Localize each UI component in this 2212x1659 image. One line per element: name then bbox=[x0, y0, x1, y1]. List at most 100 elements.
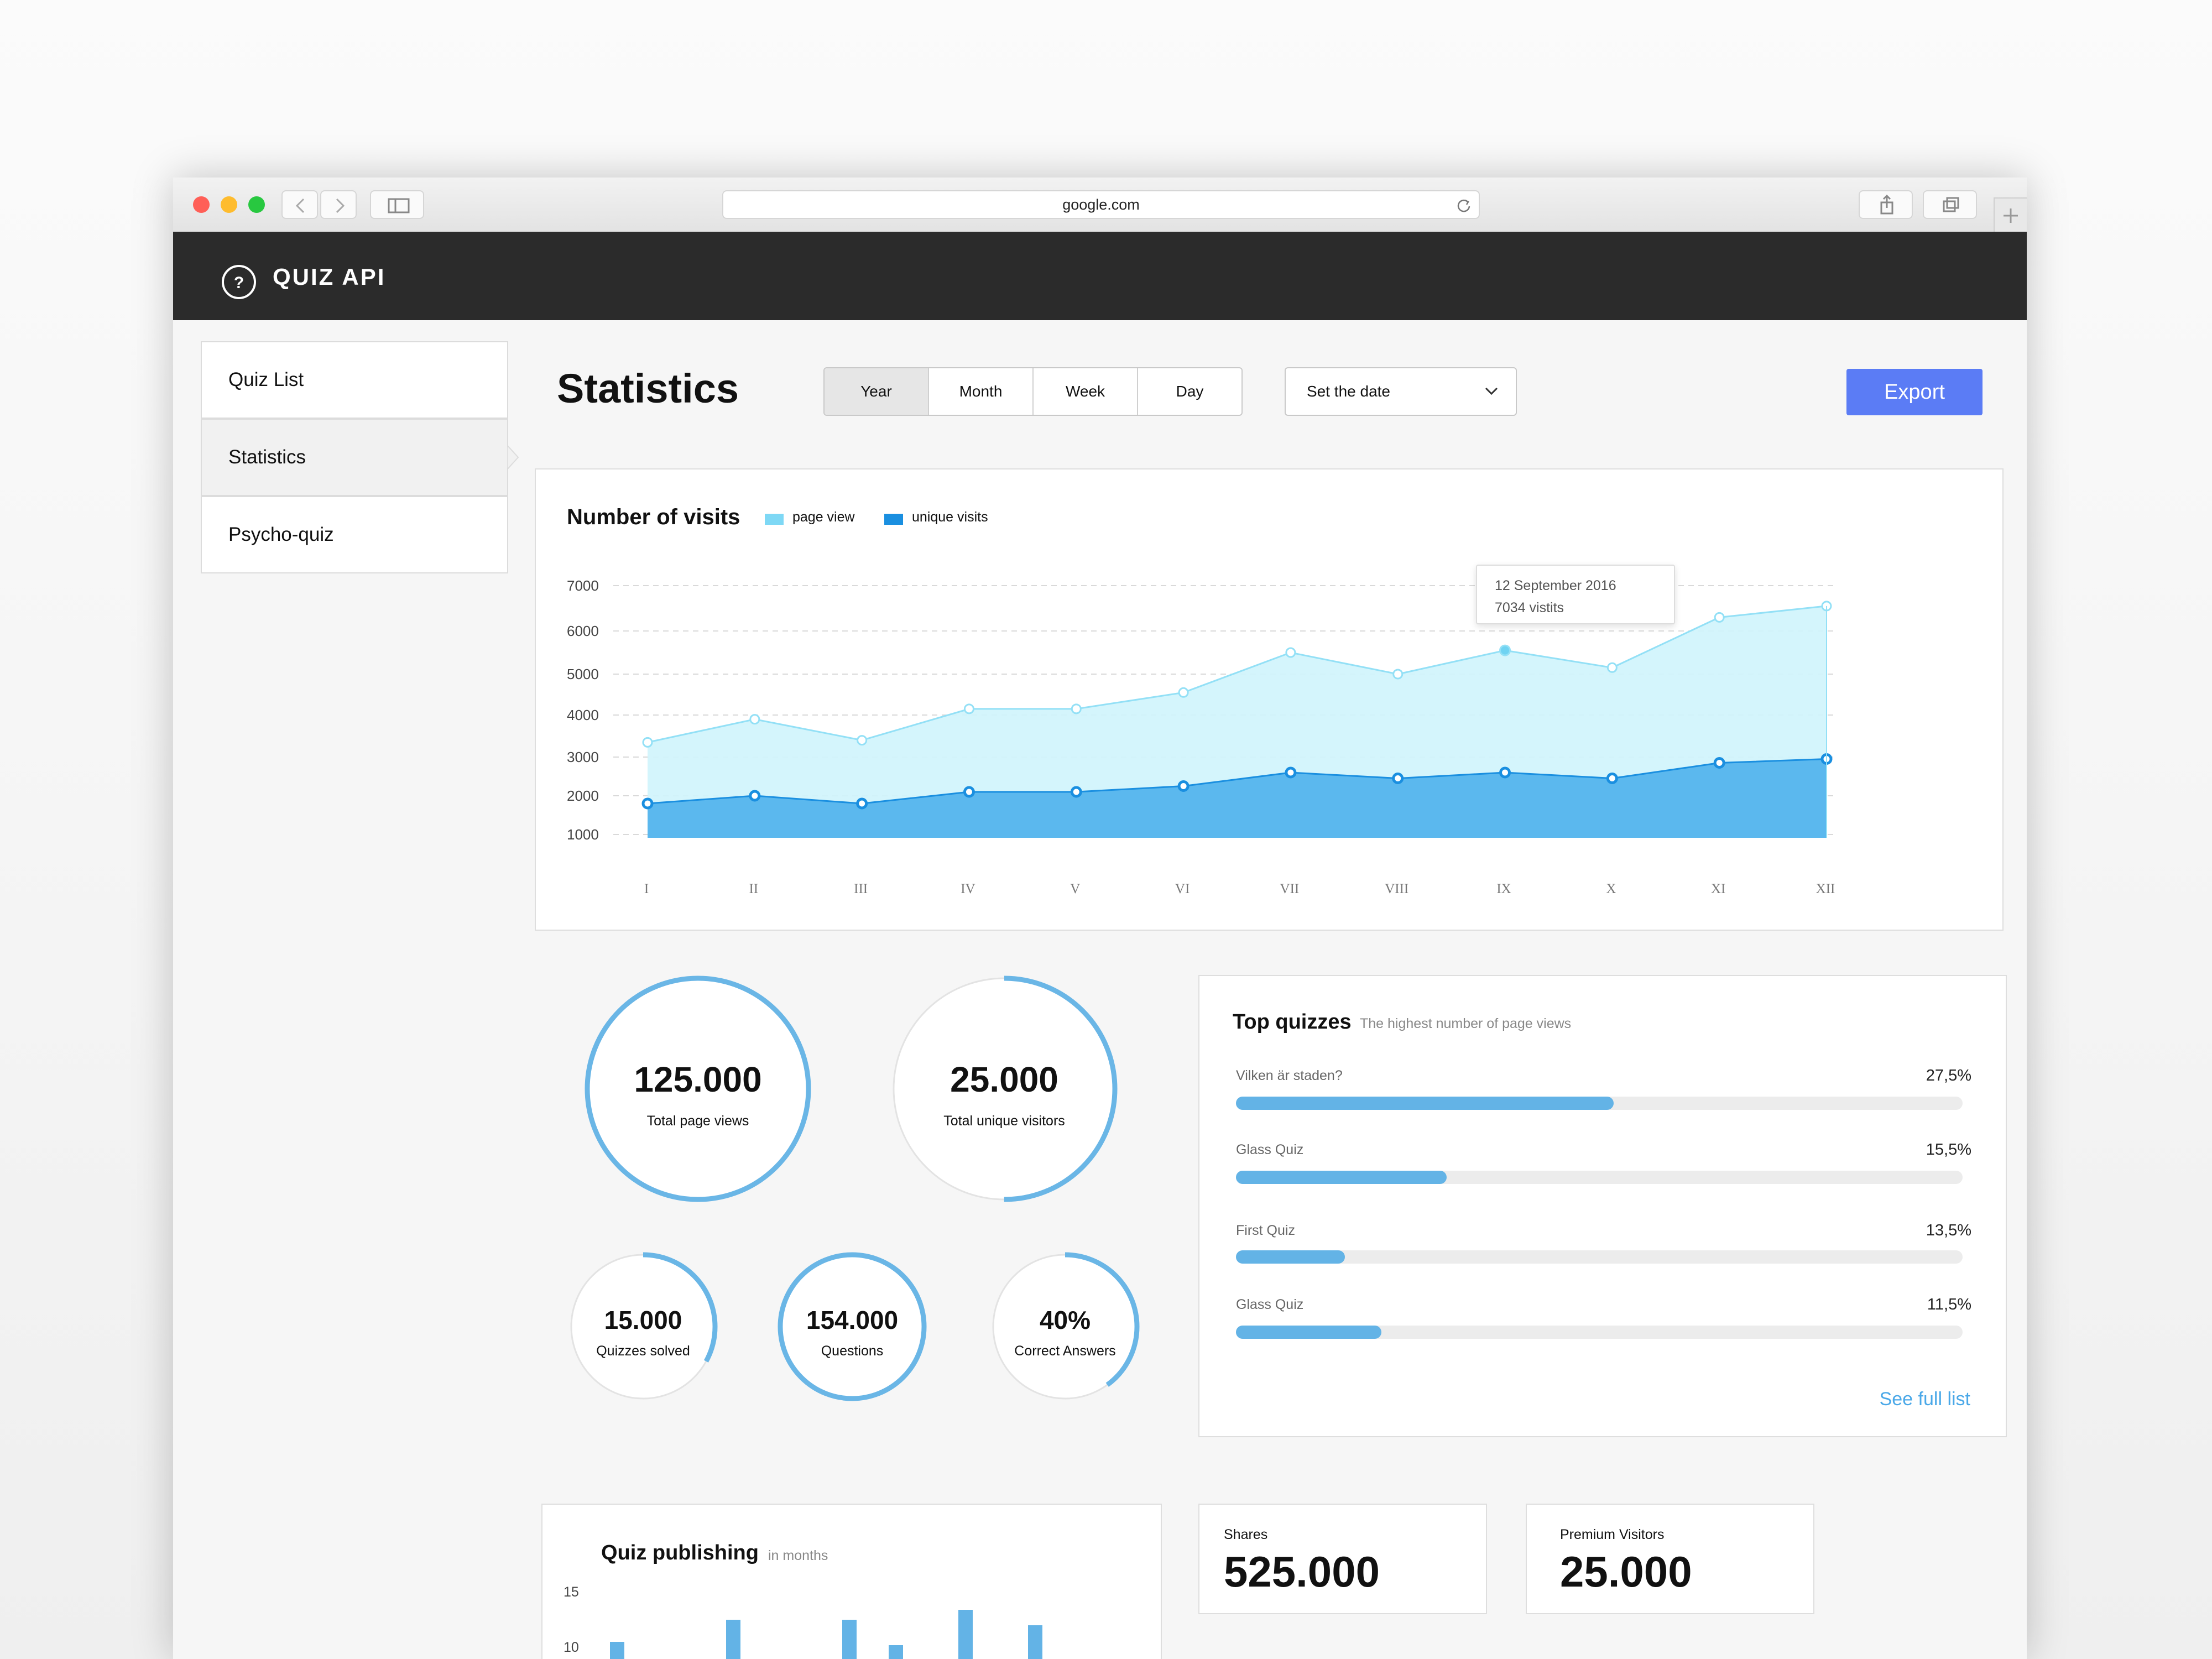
visits-card: Number of visits page view unique visits… bbox=[535, 468, 2004, 931]
data-point bbox=[749, 790, 761, 802]
shares-value: 525.000 bbox=[1224, 1547, 1380, 1596]
tabs-button[interactable] bbox=[1923, 190, 1977, 219]
quiz-name: Vilken är staden? bbox=[1236, 1068, 1343, 1083]
browser-toolbar: google.com bbox=[173, 178, 2027, 233]
tooltip-date: 12 September 2016 bbox=[1495, 578, 1616, 593]
y-tick-label: 3000 bbox=[567, 749, 599, 765]
tabs-icon bbox=[1943, 197, 1959, 212]
reload-icon[interactable] bbox=[1455, 197, 1472, 213]
publishing-bar bbox=[958, 1610, 973, 1659]
data-point bbox=[1070, 786, 1082, 798]
data-point bbox=[1499, 644, 1511, 656]
shares-label: Shares bbox=[1224, 1527, 1268, 1542]
forward-button[interactable] bbox=[320, 190, 357, 219]
y-tick-label: 10 bbox=[564, 1640, 579, 1655]
circle-value: 15.000 bbox=[604, 1305, 682, 1334]
date-select[interactable]: Set the date bbox=[1285, 367, 1517, 416]
sidebar-item-label: Quiz List bbox=[228, 369, 304, 390]
share-button[interactable] bbox=[1859, 190, 1913, 219]
data-point bbox=[1392, 669, 1404, 680]
sidebar-item-label: Psycho-quiz bbox=[228, 524, 334, 545]
data-point bbox=[1285, 766, 1297, 779]
back-button[interactable] bbox=[281, 190, 318, 219]
x-tick-label: III bbox=[854, 881, 868, 896]
y-tick-label: 4000 bbox=[567, 707, 599, 723]
close-window-button[interactable] bbox=[193, 196, 210, 213]
tooltip-value: 7034 vistits bbox=[1495, 600, 1564, 615]
svg-text:?: ? bbox=[234, 274, 244, 292]
see-full-list-link[interactable]: See full list bbox=[1880, 1389, 1970, 1410]
circle-label: Total unique visitors bbox=[943, 1113, 1065, 1129]
sidebar-toggle-button[interactable] bbox=[370, 190, 424, 219]
circle-stat: 154.000 Questions bbox=[775, 1249, 930, 1404]
data-point bbox=[749, 714, 760, 725]
publishing-bar bbox=[889, 1645, 903, 1659]
y-tick-label: 1000 bbox=[567, 826, 599, 843]
quiz-bar-track bbox=[1236, 1326, 1963, 1339]
quiz-bar-track bbox=[1236, 1097, 1963, 1110]
browser-window: google.com ? QUIZ API Quiz List Statisti… bbox=[173, 178, 2027, 1659]
x-tick-label: IV bbox=[961, 881, 975, 896]
circle-label: Total page views bbox=[646, 1113, 749, 1129]
quiz-bar-fill bbox=[1236, 1171, 1447, 1184]
quiz-publishing-card: Quiz publishing in months 15 10 bbox=[541, 1504, 1162, 1659]
period-day-button[interactable]: Day bbox=[1138, 368, 1241, 415]
address-bar[interactable]: google.com bbox=[722, 190, 1480, 219]
x-tick-label: I bbox=[644, 881, 649, 896]
publishing-bar bbox=[610, 1642, 624, 1659]
period-year-button[interactable]: Year bbox=[825, 368, 929, 415]
circle-stat: 25.000 Total unique visitors bbox=[888, 973, 1120, 1205]
new-tab-button[interactable] bbox=[1994, 197, 2027, 233]
sidebar-item-quiz-list[interactable]: Quiz List bbox=[201, 341, 508, 419]
y-tick-label: 6000 bbox=[567, 623, 599, 639]
data-point bbox=[857, 735, 868, 746]
circle-value: 25.000 bbox=[950, 1059, 1058, 1099]
x-tick-label: VI bbox=[1175, 881, 1190, 896]
shares-card: Shares 525.000 bbox=[1198, 1504, 1487, 1614]
quiz-percentage: 15,5% bbox=[1926, 1141, 1971, 1159]
x-tick-label: IX bbox=[1496, 881, 1511, 896]
quiz-bar-fill bbox=[1236, 1326, 1381, 1339]
circle-stat: 40% Correct Answers bbox=[988, 1249, 1142, 1404]
sidebar-icon bbox=[388, 198, 410, 213]
x-tick-label: XI bbox=[1711, 881, 1725, 896]
period-week-button[interactable]: Week bbox=[1034, 368, 1138, 415]
y-tick-label: 2000 bbox=[567, 787, 599, 804]
publishing-bar bbox=[726, 1620, 740, 1659]
y-tick-label: 5000 bbox=[567, 666, 599, 682]
x-tick-label: II bbox=[749, 881, 758, 896]
app-title: QUIZ API bbox=[273, 264, 386, 290]
share-icon bbox=[1880, 194, 1893, 215]
top-quizzes-title: Top quizzes bbox=[1233, 1010, 1352, 1034]
circle-value: 40% bbox=[1039, 1305, 1091, 1334]
circle-label: Questions bbox=[821, 1343, 884, 1359]
sidebar-item-psycho-quiz[interactable]: Psycho-quiz bbox=[201, 496, 508, 573]
page: { "browser": { "url": "google.com", "col… bbox=[0, 0, 2212, 1659]
x-tick-label: XII bbox=[1816, 881, 1835, 896]
data-point bbox=[963, 786, 975, 798]
data-point bbox=[1714, 612, 1725, 623]
data-point bbox=[856, 797, 868, 810]
chevron-right-icon bbox=[336, 198, 345, 213]
quiz-bar-fill bbox=[1236, 1097, 1614, 1110]
data-point bbox=[963, 703, 974, 714]
data-point bbox=[1285, 647, 1296, 658]
question-logo-icon: ? bbox=[222, 265, 256, 299]
period-selector: Year Month Week Day bbox=[823, 367, 1243, 416]
minimize-window-button[interactable] bbox=[221, 196, 237, 213]
data-point bbox=[1499, 766, 1511, 779]
quiz-percentage: 27,5% bbox=[1926, 1067, 1971, 1084]
x-tick-label: V bbox=[1070, 881, 1080, 896]
visits-chart: 1000200030004000500060007000I II III IV V VI V… bbox=[567, 577, 1838, 896]
date-select-value: Set the date bbox=[1307, 383, 1391, 400]
circle-label: Quizzes solved bbox=[596, 1343, 690, 1359]
chevron-left-icon bbox=[295, 198, 305, 213]
app-header: ? QUIZ API bbox=[173, 232, 2027, 320]
sidebar-item-statistics[interactable]: Statistics bbox=[201, 419, 508, 496]
chart-tooltip: 12 September 2016 7034 vistits bbox=[1476, 565, 1675, 624]
period-month-button[interactable]: Month bbox=[929, 368, 1034, 415]
circle-value: 154.000 bbox=[806, 1305, 899, 1334]
sidebar-item-label: Statistics bbox=[228, 446, 306, 468]
export-button[interactable]: Export bbox=[1846, 369, 1983, 415]
maximize-window-button[interactable] bbox=[248, 196, 265, 213]
